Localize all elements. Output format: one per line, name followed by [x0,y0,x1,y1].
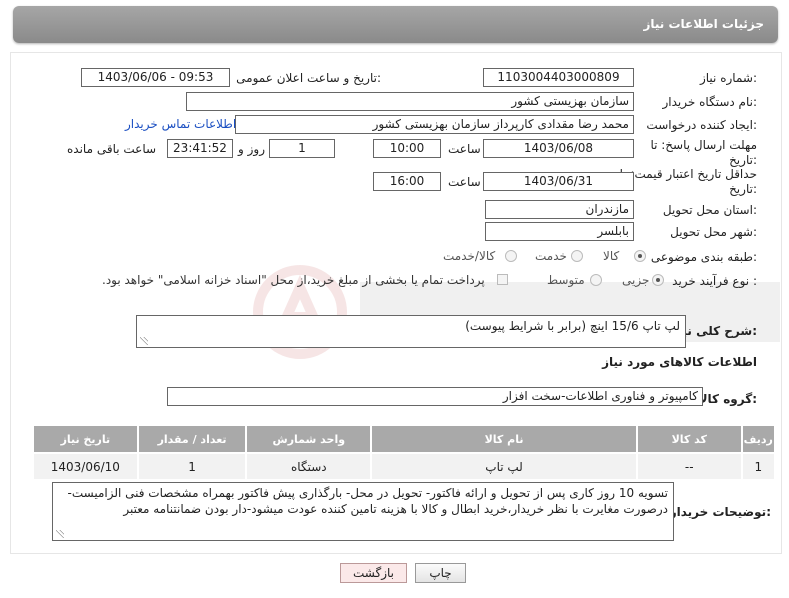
process-radio-medium[interactable] [590,274,602,286]
category-label: طبقه بندی موضوعی: [650,250,757,264]
col-unit: واحد شمارش [245,424,373,454]
requester-field[interactable]: محمد رضا مقدادی کارپرداز سازمان بهزیستی … [235,115,634,134]
days-label: روز و [238,142,265,156]
treasury-payment-checkbox[interactable] [497,274,508,285]
col-row-number: ردیف [740,424,777,454]
cell-row-number: 1 [740,452,777,481]
need-number-label: شماره نیاز: [699,71,757,85]
validity-time-field[interactable]: 16:00 [373,172,441,191]
cell-item-name: لپ تاپ [370,452,638,481]
process-option-medium: متوسط [547,273,585,287]
province-label: استان محل تحویل: [662,203,757,217]
process-option-minor: جزیی [622,273,650,287]
validity-date-field[interactable]: 1403/06/31 [483,172,634,191]
cell-item-code: -- [635,452,743,481]
table-row: 1 -- لپ تاپ دستگاه 1 1403/06/10 [32,452,777,481]
category-radio-goods[interactable] [634,250,646,262]
category-radio-service[interactable] [571,250,583,262]
announce-label: تاریخ و ساعت اعلان عمومی: [236,71,381,85]
resize-handle-icon[interactable] [56,530,64,538]
deadline-time-field[interactable]: 10:00 [373,139,441,158]
need-number-field[interactable]: 1103004403000809 [483,68,634,87]
deadline-date-label: تاریخ: [729,153,757,167]
goods-table-header: ردیف کد کالا نام کالا واحد شمارش تعداد /… [32,424,777,454]
cell-quantity: 1 [136,452,248,481]
remaining-time-field[interactable]: 23:41:52 [167,139,233,158]
back-button[interactable]: بازگشت [340,563,407,583]
buyer-org-field[interactable]: سازمان بهزیستی کشور [186,92,634,111]
col-quantity: تعداد / مقدار [136,424,248,454]
goods-group-field[interactable]: کامپیوتر و فناوری اطلاعات-سخت افزار [167,387,703,406]
goods-group-label: گروه کالا: [698,392,757,406]
buyer-notes-text: تسویه 10 روز کاری پس از تحویل و ارائه فا… [67,486,669,516]
requester-label: ایجاد کننده درخواست: [646,118,757,132]
validity-label: حداقل تاریخ اعتبار قیمت: تا [619,167,757,181]
remaining-time-label: ساعت باقی مانده [67,142,157,156]
deadline-date-field[interactable]: 1403/06/08 [483,139,634,158]
buyer-notes-textarea[interactable]: تسویه 10 روز کاری پس از تحویل و ارائه فا… [52,482,674,541]
validity-date-label: تاریخ: [729,182,757,196]
page-title: جزئیات اطلاعات نیاز [643,17,764,31]
description-textarea[interactable]: لپ تاپ 15/6 اینچ (برابر با شرایط پیوست) [136,315,686,348]
goods-table: ردیف کد کالا نام کالا واحد شمارش تعداد /… [32,424,777,481]
resize-handle-icon[interactable] [140,337,148,345]
validity-time-label: ساعت [448,175,481,189]
city-label: شهر محل تحویل: [670,225,757,239]
days-remaining-field[interactable]: 1 [269,139,335,158]
province-field[interactable]: مازندران [485,200,634,219]
city-field[interactable]: بابلسر [485,222,634,241]
category-option-goods-service: کالا/خدمت [443,249,496,263]
description-text: لپ تاپ 15/6 اینچ (برابر با شرایط پیوست) [465,319,680,333]
buyer-org-label: نام دستگاه خریدار: [662,95,758,109]
category-radio-goods-service[interactable] [505,250,517,262]
category-option-goods: کالا [603,249,620,263]
col-need-date: تاریخ نیاز [32,424,139,454]
deadline-time-label: ساعت [448,142,481,156]
treasury-payment-note: پرداخت تمام یا بخشی از مبلغ خرید،از محل … [102,273,485,287]
print-button[interactable]: چاپ [415,563,466,583]
cell-unit: دستگاه [245,452,373,481]
category-option-service: خدمت [535,249,567,263]
buyer-contact-link[interactable]: اطلاعات تماس خریدار [125,117,236,131]
announce-field[interactable]: 1403/06/06 - 09:53 [81,68,230,87]
buyer-notes-label: توضیحات خریدار: [669,505,771,519]
process-radio-minor[interactable] [652,274,664,286]
col-item-name: نام کالا [370,424,638,454]
goods-section-title: اطلاعات کالاهای مورد نیاز [602,355,757,369]
deadline-label: مهلت ارسال پاسخ: تا [650,138,757,152]
page-header: جزئیات اطلاعات نیاز [13,6,778,43]
col-item-code: کد کالا [635,424,743,454]
process-label: نوع فرآیند خرید : [672,274,757,288]
cell-need-date: 1403/06/10 [32,452,139,481]
